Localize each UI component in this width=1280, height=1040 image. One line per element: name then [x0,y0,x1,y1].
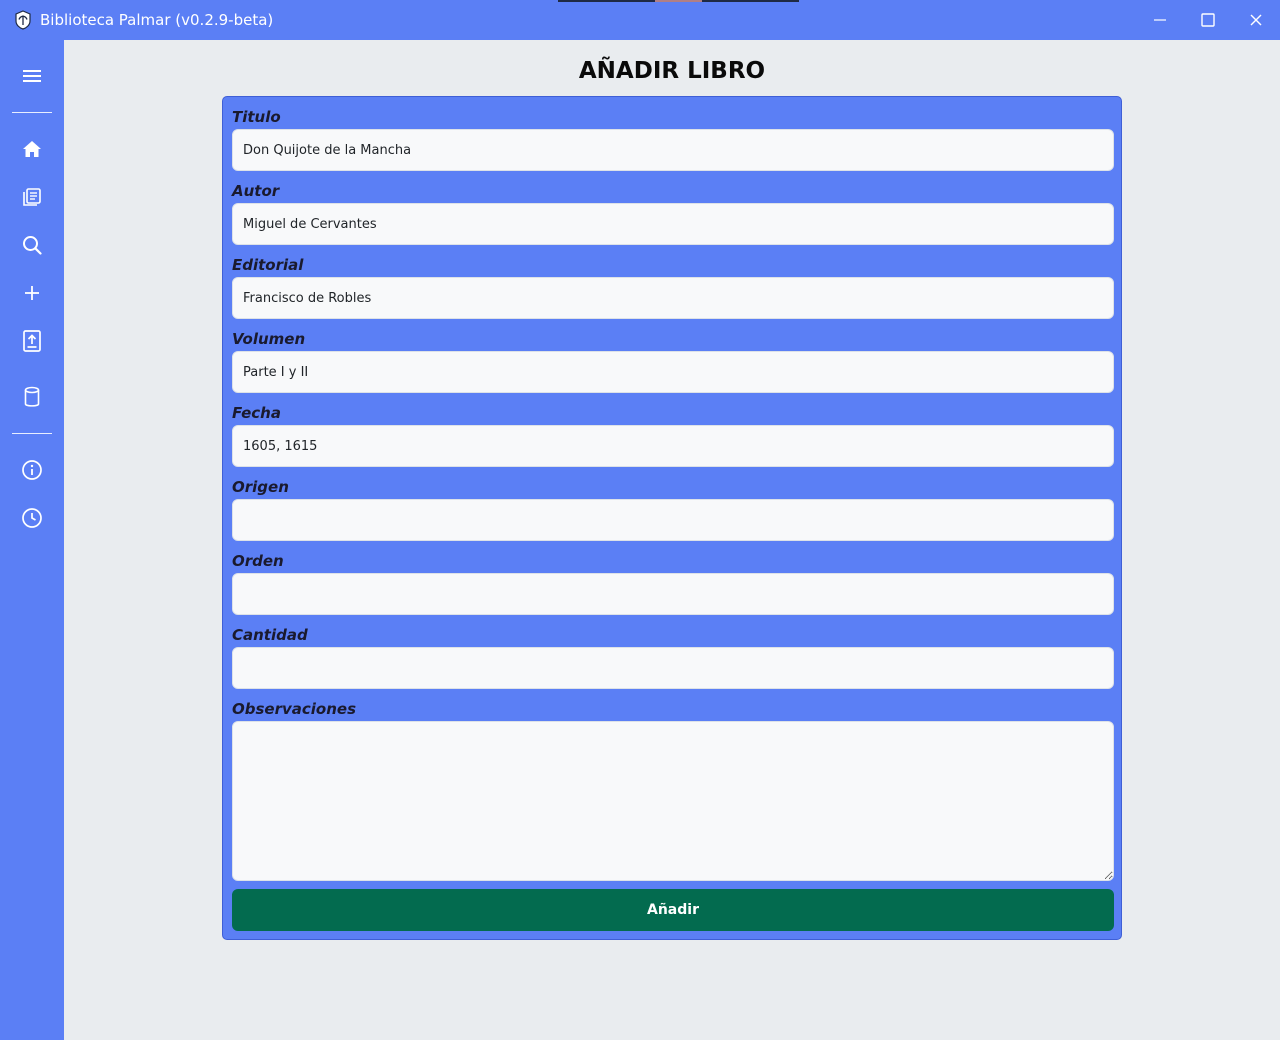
close-icon[interactable] [1232,0,1280,40]
origen-input[interactable] [232,499,1114,541]
sidebar-divider [12,433,52,434]
upload-file-icon[interactable] [12,321,52,361]
field-label-fecha: Fecha [232,404,281,422]
field-label-origen: Origen [232,478,289,496]
sidebar [0,40,64,1040]
database-icon[interactable] [12,377,52,417]
fecha-input[interactable] [232,425,1114,467]
hamburger-menu-icon[interactable] [12,56,52,96]
field-label-cantidad: Cantidad [232,626,308,644]
orden-input[interactable] [232,573,1114,615]
field-label-titulo: Titulo [232,108,281,126]
books-icon[interactable] [12,177,52,217]
title-bar: Biblioteca Palmar (v0.2.9-beta) [0,0,1280,40]
palm-logo-icon [15,10,31,30]
info-icon[interactable] [12,450,52,490]
sidebar-divider [12,112,52,113]
titulo-input[interactable] [232,129,1114,171]
field-label-orden: Orden [232,552,284,570]
top-strip-accent [655,0,702,2]
maximize-icon[interactable] [1184,0,1232,40]
field-label-observaciones: Observaciones [232,700,357,718]
home-icon[interactable] [12,129,52,169]
plus-icon[interactable] [12,273,52,313]
autor-input[interactable] [232,203,1114,245]
window-title: Biblioteca Palmar (v0.2.9-beta) [40,11,274,29]
minimize-icon[interactable] [1136,0,1184,40]
page-title: AÑADIR LIBRO [578,58,766,84]
field-label-editorial: Editorial [232,256,304,274]
cantidad-input[interactable] [232,647,1114,689]
field-label-autor: Autor [232,182,280,200]
clock-icon[interactable] [12,498,52,538]
editorial-input[interactable] [232,277,1114,319]
add-book-form: Titulo Autor Editorial Volumen Fecha Ori… [222,96,1122,940]
field-label-volumen: Volumen [232,330,306,348]
add-book-button[interactable]: Añadir [232,889,1114,931]
volumen-input[interactable] [232,351,1114,393]
search-icon[interactable] [12,225,52,265]
observaciones-textarea[interactable] [232,721,1114,881]
